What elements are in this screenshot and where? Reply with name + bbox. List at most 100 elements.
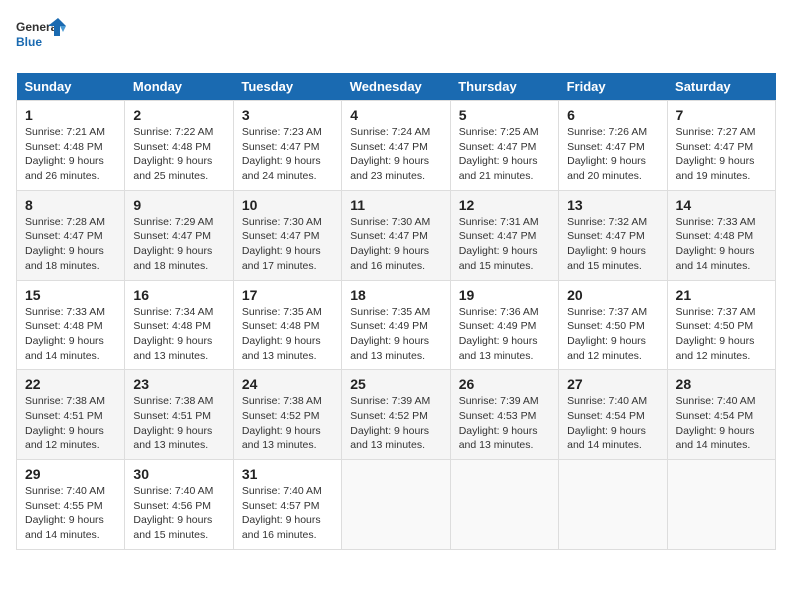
day-number: 4 [350,107,441,123]
calendar-cell: 22 Sunrise: 7:38 AM Sunset: 4:51 PM Dayli… [17,370,125,460]
day-number: 30 [133,466,224,482]
calendar-cell: 31Sunrise: 7:40 AM Sunset: 4:57 PM Dayli… [233,460,341,550]
calendar-cell: 1 Sunrise: 7:21 AM Sunset: 4:48 PM Daylig… [17,101,125,191]
calendar-cell: 9 Sunrise: 7:29 AM Sunset: 4:47 PM Daylig… [125,190,233,280]
day-info: Sunrise: 7:23 AM Sunset: 4:47 PM Dayligh… [242,125,333,184]
calendar-cell: 13 Sunrise: 7:32 AM Sunset: 4:47 PM Dayli… [559,190,667,280]
day-number: 5 [459,107,550,123]
calendar-cell: 23 Sunrise: 7:38 AM Sunset: 4:51 PM Dayli… [125,370,233,460]
day-info: Sunrise: 7:35 AM Sunset: 4:48 PM Dayligh… [242,305,333,364]
weekday-header-sunday: Sunday [17,73,125,101]
day-info: Sunrise: 7:30 AM Sunset: 4:47 PM Dayligh… [242,215,333,274]
calendar-cell [559,460,667,550]
day-number: 3 [242,107,333,123]
logo-svg: General Blue [16,16,66,61]
day-info: Sunrise: 7:25 AM Sunset: 4:47 PM Dayligh… [459,125,550,184]
calendar-cell: 8 Sunrise: 7:28 AM Sunset: 4:47 PM Daylig… [17,190,125,280]
weekday-header-wednesday: Wednesday [342,73,450,101]
day-number: 6 [567,107,658,123]
day-info: Sunrise: 7:29 AM Sunset: 4:47 PM Dayligh… [133,215,224,274]
calendar-cell: 29Sunrise: 7:40 AM Sunset: 4:55 PM Dayli… [17,460,125,550]
day-number: 26 [459,376,550,392]
calendar-cell: 4Sunrise: 7:24 AM Sunset: 4:47 PM Daylig… [342,101,450,191]
day-number: 20 [567,287,658,303]
day-info: Sunrise: 7:40 AM Sunset: 4:54 PM Dayligh… [676,394,767,453]
calendar-cell: 14 Sunrise: 7:33 AM Sunset: 4:48 PM Dayli… [667,190,775,280]
day-info: Sunrise: 7:26 AM Sunset: 4:47 PM Dayligh… [567,125,658,184]
calendar-cell: 15 Sunrise: 7:33 AM Sunset: 4:48 PM Dayli… [17,280,125,370]
day-info: Sunrise: 7:40 AM Sunset: 4:56 PM Dayligh… [133,484,224,543]
calendar-cell: 16 Sunrise: 7:34 AM Sunset: 4:48 PM Dayli… [125,280,233,370]
calendar-cell [667,460,775,550]
day-info: Sunrise: 7:31 AM Sunset: 4:47 PM Dayligh… [459,215,550,274]
calendar-cell [342,460,450,550]
day-number: 1 [25,107,116,123]
day-number: 19 [459,287,550,303]
logo: General Blue [16,16,66,61]
day-info: Sunrise: 7:33 AM Sunset: 4:48 PM Dayligh… [676,215,767,274]
day-number: 25 [350,376,441,392]
calendar-cell: 2 Sunrise: 7:22 AM Sunset: 4:48 PM Daylig… [125,101,233,191]
weekday-header-friday: Friday [559,73,667,101]
calendar-cell: 21Sunrise: 7:37 AM Sunset: 4:50 PM Dayli… [667,280,775,370]
calendar-cell: 27 Sunrise: 7:40 AM Sunset: 4:54 PM Dayli… [559,370,667,460]
day-info: Sunrise: 7:38 AM Sunset: 4:52 PM Dayligh… [242,394,333,453]
calendar-cell: 25 Sunrise: 7:39 AM Sunset: 4:52 PM Dayli… [342,370,450,460]
day-number: 10 [242,197,333,213]
day-info: Sunrise: 7:40 AM Sunset: 4:54 PM Dayligh… [567,394,658,453]
weekday-header-thursday: Thursday [450,73,558,101]
day-info: Sunrise: 7:38 AM Sunset: 4:51 PM Dayligh… [25,394,116,453]
calendar-cell: 12 Sunrise: 7:31 AM Sunset: 4:47 PM Dayli… [450,190,558,280]
calendar-cell: 24 Sunrise: 7:38 AM Sunset: 4:52 PM Dayli… [233,370,341,460]
day-number: 18 [350,287,441,303]
day-number: 23 [133,376,224,392]
day-info: Sunrise: 7:38 AM Sunset: 4:51 PM Dayligh… [133,394,224,453]
day-info: Sunrise: 7:39 AM Sunset: 4:53 PM Dayligh… [459,394,550,453]
day-number: 28 [676,376,767,392]
day-number: 27 [567,376,658,392]
day-number: 22 [25,376,116,392]
day-number: 24 [242,376,333,392]
weekday-header-saturday: Saturday [667,73,775,101]
day-info: Sunrise: 7:30 AM Sunset: 4:47 PM Dayligh… [350,215,441,274]
calendar-cell: 30 Sunrise: 7:40 AM Sunset: 4:56 PM Dayli… [125,460,233,550]
day-number: 29 [25,466,116,482]
day-number: 2 [133,107,224,123]
day-number: 21 [676,287,767,303]
calendar-cell: 10 Sunrise: 7:30 AM Sunset: 4:47 PM Dayli… [233,190,341,280]
day-number: 8 [25,197,116,213]
day-number: 17 [242,287,333,303]
calendar-cell: 20Sunrise: 7:37 AM Sunset: 4:50 PM Dayli… [559,280,667,370]
day-number: 31 [242,466,333,482]
day-info: Sunrise: 7:35 AM Sunset: 4:49 PM Dayligh… [350,305,441,364]
day-info: Sunrise: 7:32 AM Sunset: 4:47 PM Dayligh… [567,215,658,274]
calendar-cell: 19 Sunrise: 7:36 AM Sunset: 4:49 PM Dayli… [450,280,558,370]
day-info: Sunrise: 7:28 AM Sunset: 4:47 PM Dayligh… [25,215,116,274]
day-number: 12 [459,197,550,213]
calendar-cell: 6 Sunrise: 7:26 AM Sunset: 4:47 PM Daylig… [559,101,667,191]
day-number: 11 [350,197,441,213]
page-header: General Blue [16,16,776,61]
day-info: Sunrise: 7:21 AM Sunset: 4:48 PM Dayligh… [25,125,116,184]
day-number: 13 [567,197,658,213]
calendar-cell: 28 Sunrise: 7:40 AM Sunset: 4:54 PM Dayli… [667,370,775,460]
day-info: Sunrise: 7:22 AM Sunset: 4:48 PM Dayligh… [133,125,224,184]
calendar-cell: 7 Sunrise: 7:27 AM Sunset: 4:47 PM Daylig… [667,101,775,191]
day-number: 14 [676,197,767,213]
calendar-cell: 3 Sunrise: 7:23 AM Sunset: 4:47 PM Daylig… [233,101,341,191]
calendar-cell: 17 Sunrise: 7:35 AM Sunset: 4:48 PM Dayli… [233,280,341,370]
day-info: Sunrise: 7:33 AM Sunset: 4:48 PM Dayligh… [25,305,116,364]
day-number: 9 [133,197,224,213]
day-info: Sunrise: 7:27 AM Sunset: 4:47 PM Dayligh… [676,125,767,184]
calendar-cell: 11 Sunrise: 7:30 AM Sunset: 4:47 PM Dayli… [342,190,450,280]
day-info: Sunrise: 7:34 AM Sunset: 4:48 PM Dayligh… [133,305,224,364]
day-number: 15 [25,287,116,303]
day-number: 16 [133,287,224,303]
svg-text:Blue: Blue [16,35,42,49]
day-number: 7 [676,107,767,123]
calendar-cell: 18 Sunrise: 7:35 AM Sunset: 4:49 PM Dayli… [342,280,450,370]
calendar-cell: 5 Sunrise: 7:25 AM Sunset: 4:47 PM Daylig… [450,101,558,191]
day-info: Sunrise: 7:36 AM Sunset: 4:49 PM Dayligh… [459,305,550,364]
day-info: Sunrise: 7:39 AM Sunset: 4:52 PM Dayligh… [350,394,441,453]
calendar-table: SundayMondayTuesdayWednesdayThursdayFrid… [16,73,776,550]
